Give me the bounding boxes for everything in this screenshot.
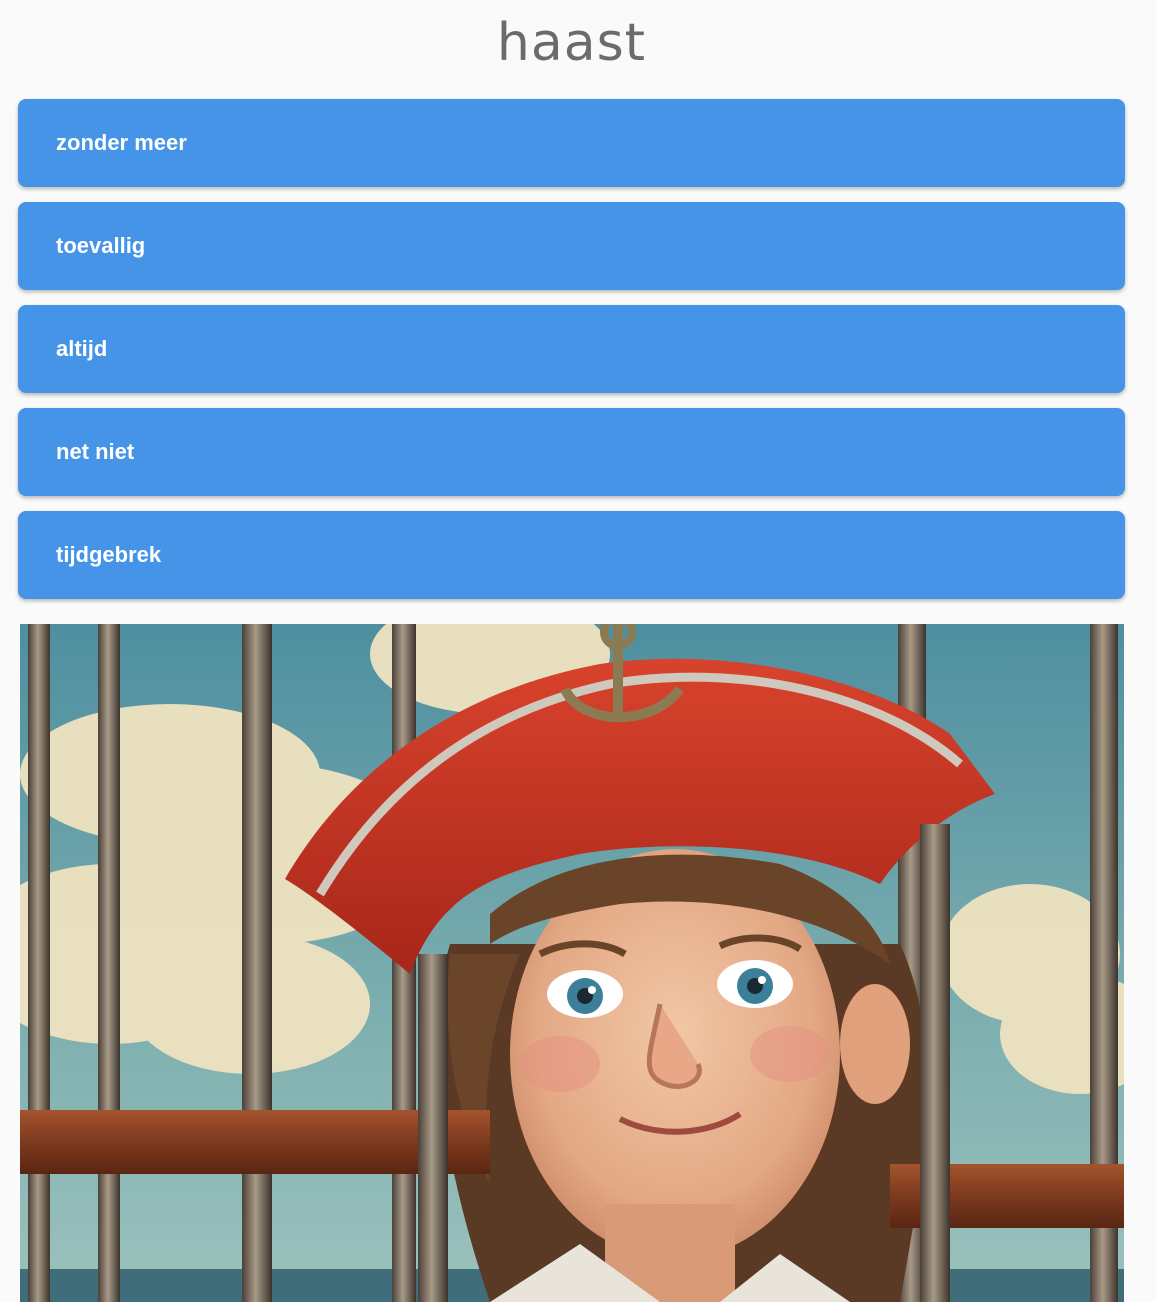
answer-button-altijd[interactable]: altijd (18, 305, 1125, 393)
answer-label: net niet (56, 439, 135, 464)
question-word: haast (496, 13, 647, 73)
answer-button-zonder-meer[interactable]: zonder meer (18, 99, 1125, 187)
answer-options: zonder meer toevallig altijd net niet ti… (18, 99, 1125, 614)
quiz-page: haast zonder meer toevallig altijd net n… (0, 0, 1156, 1302)
answer-label: tijdgebrek (56, 542, 162, 567)
answer-label: toevallig (56, 233, 146, 258)
answer-label: zonder meer (56, 130, 187, 155)
pirate-child-illustration (20, 624, 1124, 1302)
answer-button-net-niet[interactable]: net niet (18, 408, 1125, 496)
answer-button-toevallig[interactable]: toevallig (18, 202, 1125, 290)
answer-button-tijdgebrek[interactable]: tijdgebrek (18, 511, 1125, 599)
answer-label: altijd (56, 336, 108, 361)
pirate-child-behind-bars-icon (20, 624, 1124, 1302)
